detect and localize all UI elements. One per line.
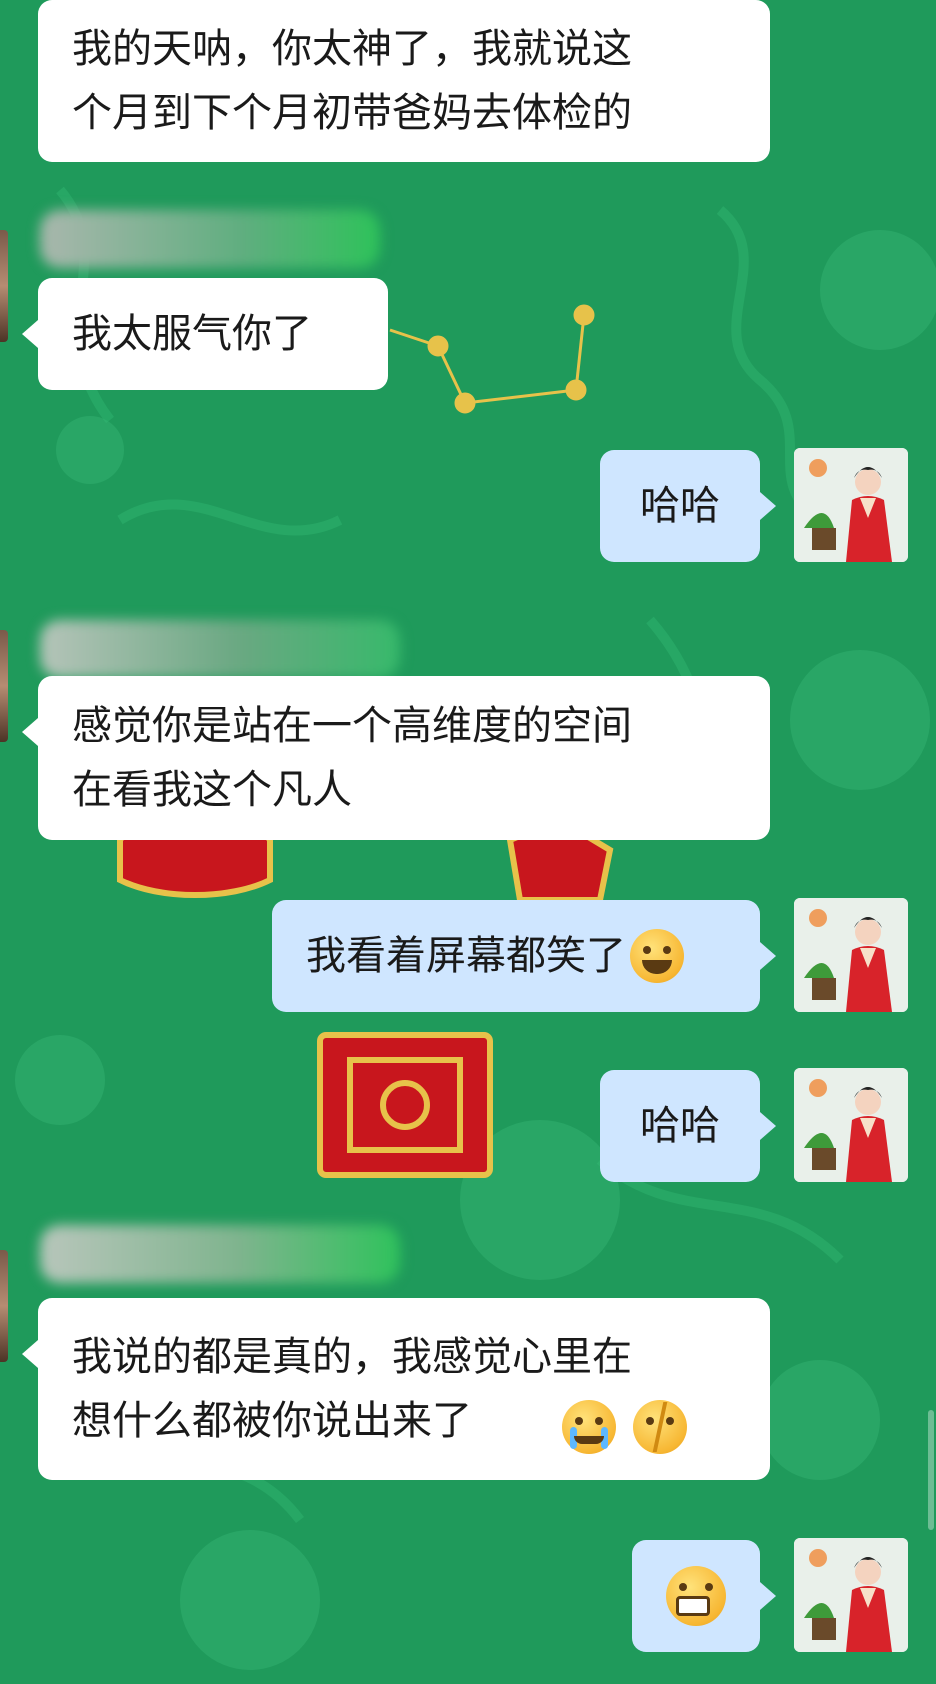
outgoing-message-bubble[interactable]: 我看着屏幕都笑了 xyxy=(272,900,776,1012)
my-avatar[interactable] xyxy=(794,1538,908,1652)
message-text: 我太服气你了 xyxy=(72,311,312,357)
outgoing-message-bubble[interactable]: 哈哈 xyxy=(600,450,776,562)
message-text: 哈哈 xyxy=(640,1103,720,1149)
message-text: 我看着屏幕都笑了 xyxy=(306,933,626,979)
message-text: 感觉你是站在一个高维度的空间 在看我这个凡人 xyxy=(72,703,632,813)
outgoing-message-bubble[interactable] xyxy=(632,1540,776,1652)
sender-avatar[interactable] xyxy=(0,230,8,342)
hanfu-woman-avatar-icon xyxy=(794,1068,908,1182)
sender-avatar[interactable] xyxy=(0,1250,8,1362)
hanfu-woman-avatar-icon xyxy=(794,448,908,562)
message-text: 我说的都是真的，我感觉心里在 想什么都被你说出来了 xyxy=(72,1334,632,1444)
message-text: 哈哈 xyxy=(640,483,720,529)
sender-avatar[interactable] xyxy=(0,630,8,742)
scrollbar[interactable] xyxy=(928,1410,934,1530)
my-avatar[interactable] xyxy=(794,898,908,1012)
grinning-emoji xyxy=(666,1566,726,1626)
sender-name-blurred xyxy=(40,1225,400,1283)
message-text: 我的天呐，你太神了，我就说这 个月到下个月初带爸妈去体检的 xyxy=(72,26,632,136)
hanfu-woman-avatar-icon xyxy=(794,898,908,1012)
cracked-face-emoji xyxy=(632,1400,687,1454)
incoming-message-bubble[interactable]: 感觉你是站在一个高维度的空间 在看我这个凡人 xyxy=(22,676,770,840)
my-avatar[interactable] xyxy=(794,448,908,562)
crying-emoji xyxy=(562,1400,616,1454)
tears-of-joy-emoji xyxy=(630,929,684,983)
incoming-message-bubble[interactable]: 我太服气你了 xyxy=(22,278,388,390)
hanfu-woman-avatar-icon xyxy=(794,1538,908,1652)
incoming-message-bubble[interactable]: 我说的都是真的，我感觉心里在 想什么都被你说出来了 xyxy=(22,1298,770,1480)
my-avatar[interactable] xyxy=(794,1068,908,1182)
sender-name-blurred xyxy=(40,620,400,678)
sender-name-blurred xyxy=(40,210,380,268)
outgoing-message-bubble[interactable]: 哈哈 xyxy=(600,1070,776,1182)
incoming-message-bubble[interactable]: 我的天呐，你太神了，我就说这 个月到下个月初带爸妈去体检的 xyxy=(38,0,770,162)
